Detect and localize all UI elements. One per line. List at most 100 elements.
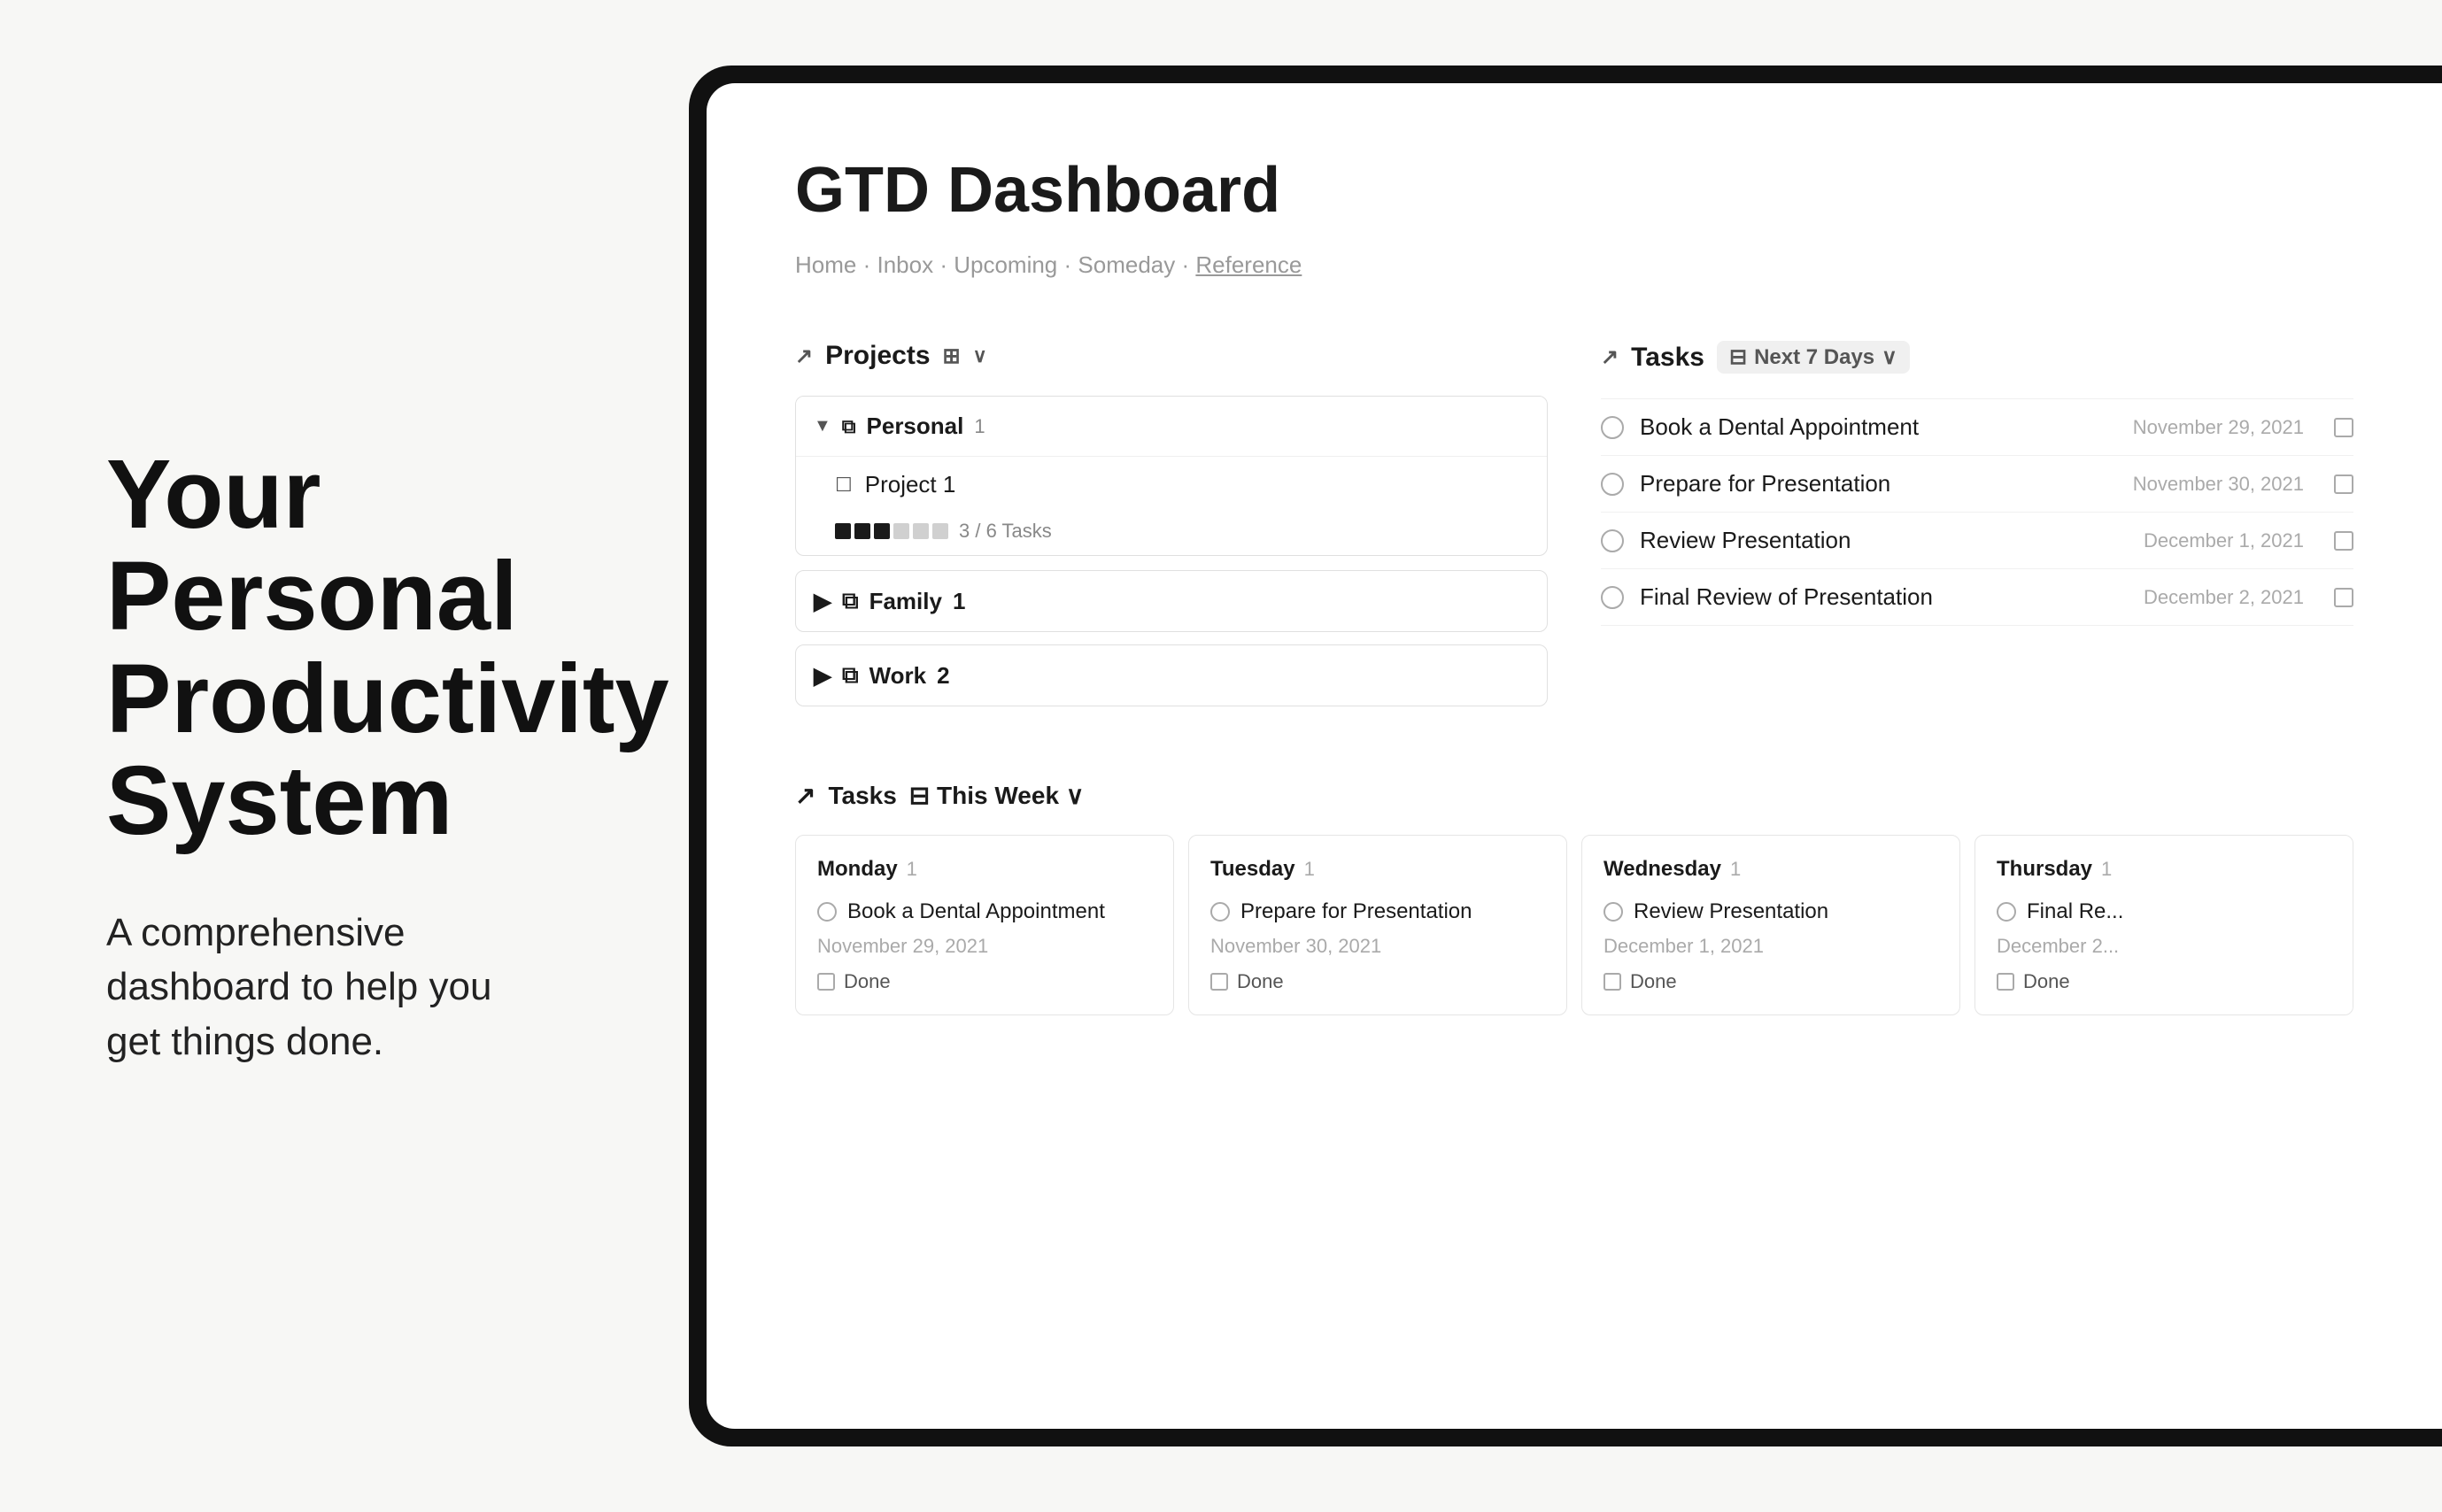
- page-title: GTD Dashboard: [795, 154, 2353, 227]
- work-stack-icon: ⧉: [842, 661, 859, 690]
- project-group-personal: ▼ ⧉ Personal 1 ☐ Project 1: [795, 396, 1548, 556]
- tuesday-done-label: Done: [1237, 970, 1284, 993]
- wednesday-task-name[interactable]: Review Presentation: [1604, 899, 1938, 924]
- project-group-family[interactable]: ▶ ⧉ Family 1: [795, 570, 1548, 632]
- thursday-done-checkbox[interactable]: [1997, 973, 2014, 991]
- breadcrumb-someday[interactable]: Someday: [1078, 251, 1175, 278]
- sq-2: [854, 523, 870, 539]
- project-group-personal-header[interactable]: ▼ ⧉ Personal 1: [796, 397, 1547, 456]
- sq-3: [874, 523, 890, 539]
- task-checkbox-2[interactable]: [2334, 474, 2353, 494]
- projects-section-header: ↗ Projects ⊞ ∨: [795, 341, 1548, 371]
- this-week-filter-label: This Week: [937, 782, 1059, 809]
- tuesday-col: Tuesday 1 Prepare for Presentation Novem…: [1188, 835, 1567, 1015]
- task-row-final[interactable]: Final Review of Presentation December 2,…: [1601, 569, 2353, 626]
- sq-5: [913, 523, 929, 539]
- task-date-4: December 2, 2021: [2144, 586, 2304, 609]
- task-name-3: Review Presentation: [1640, 527, 2128, 554]
- personal-count: 1: [974, 415, 985, 438]
- wednesday-col: Wednesday 1 Review Presentation December…: [1581, 835, 1960, 1015]
- project-1-name: Project 1: [865, 471, 956, 498]
- wednesday-done-label: Done: [1630, 970, 1677, 993]
- task-date-3: December 1, 2021: [2144, 529, 2304, 552]
- project-group-work[interactable]: ▶ ⧉ Work 2: [795, 644, 1548, 706]
- monday-task-name[interactable]: Book a Dental Appointment: [817, 899, 1152, 924]
- this-week-filter-badge[interactable]: ⊟ This Week ∨: [909, 781, 1085, 810]
- task-circle-3: [1601, 529, 1624, 552]
- tasks-title: Tasks: [1631, 343, 1704, 373]
- thursday-task-text: Final Re...: [2027, 899, 2123, 924]
- right-panel: GTD Dashboard Home · Inbox · Upcoming · …: [567, 66, 2442, 1446]
- task-row-dental[interactable]: Book a Dental Appointment November 29, 2…: [1601, 398, 2353, 456]
- this-week-section: ↗ Tasks ⊟ This Week ∨ Monday: [795, 781, 2353, 1015]
- thursday-task-circle: [1997, 902, 2016, 922]
- wednesday-task-text: Review Presentation: [1634, 899, 1828, 924]
- wednesday-header: Wednesday 1: [1604, 857, 1938, 882]
- wednesday-done-checkbox[interactable]: [1604, 973, 1621, 991]
- thursday-done-row[interactable]: Done: [1997, 970, 2331, 993]
- work-toggle-icon: ▶: [814, 662, 831, 690]
- breadcrumb-reference[interactable]: Reference: [1195, 251, 1302, 278]
- tuesday-done-checkbox[interactable]: [1210, 973, 1228, 991]
- task-name-4: Final Review of Presentation: [1640, 583, 2128, 611]
- personal-toggle-icon: ▼: [814, 416, 831, 436]
- thursday-label: Thursday: [1997, 857, 2092, 882]
- thursday-task-name[interactable]: Final Re...: [1997, 899, 2331, 924]
- projects-grid-icon: ⊞: [943, 343, 961, 369]
- project-1-item[interactable]: ☐ Project 1: [796, 456, 1547, 513]
- work-group-name: Work: [869, 662, 927, 690]
- family-count: 1: [953, 588, 965, 615]
- task-date-2: November 30, 2021: [2133, 473, 2304, 496]
- task-row-prepare[interactable]: Prepare for Presentation November 30, 20…: [1601, 456, 2353, 513]
- monday-col: Monday 1 Book a Dental Appointment Novem…: [795, 835, 1174, 1015]
- task-checkbox-1[interactable]: [2334, 418, 2353, 437]
- projects-list: ▼ ⧉ Personal 1 ☐ Project 1: [795, 396, 1548, 719]
- projects-arrow-icon: ↗: [795, 343, 813, 369]
- this-week-chevron: ∨: [1066, 782, 1085, 809]
- tuesday-done-row[interactable]: Done: [1210, 970, 1545, 993]
- task-row-review[interactable]: Review Presentation December 1, 2021: [1601, 513, 2353, 569]
- tasks-filter-badge[interactable]: ⊟ Next 7 Days ∨: [1717, 341, 1910, 374]
- wednesday-done-row[interactable]: Done: [1604, 970, 1938, 993]
- breadcrumb-inbox[interactable]: Inbox: [877, 251, 933, 278]
- wednesday-count: 1: [1730, 858, 1741, 881]
- task-checkbox-4[interactable]: [2334, 588, 2353, 607]
- thursday-count: 1: [2101, 858, 2112, 881]
- thursday-header: Thursday 1: [1997, 857, 2331, 882]
- task-name-1: Book a Dental Appointment: [1640, 413, 2117, 441]
- tasks-filter-chevron: ∨: [1882, 344, 1897, 370]
- tuesday-task-circle: [1210, 902, 1230, 922]
- personal-stack-icon: ⧉: [842, 415, 856, 438]
- tuesday-task-name[interactable]: Prepare for Presentation: [1210, 899, 1545, 924]
- monday-task-date: November 29, 2021: [817, 935, 1152, 958]
- screen: GTD Dashboard Home · Inbox · Upcoming · …: [707, 83, 2442, 1429]
- task-circle-1: [1601, 416, 1624, 439]
- projects-section: ↗ Projects ⊞ ∨ ▼ ⧉ Personal: [795, 341, 1548, 719]
- monday-done-checkbox[interactable]: [817, 973, 835, 991]
- folder-icon: ☐: [835, 474, 853, 497]
- sections-row: ↗ Projects ⊞ ∨ ▼ ⧉ Personal: [795, 341, 2353, 719]
- monday-task-circle: [817, 902, 837, 922]
- this-week-filter-icon: ⊟: [909, 782, 930, 809]
- this-week-arrow-icon: ↗: [795, 781, 815, 810]
- this-week-header: ↗ Tasks ⊟ This Week ∨: [795, 781, 2353, 810]
- notion-content: GTD Dashboard Home · Inbox · Upcoming · …: [707, 83, 2442, 1429]
- breadcrumb-upcoming[interactable]: Upcoming: [954, 251, 1057, 278]
- tuesday-task-text: Prepare for Presentation: [1240, 899, 1472, 924]
- wednesday-task-date: December 1, 2021: [1604, 935, 1938, 958]
- tasks-section-header: ↗ Tasks ⊟ Next 7 Days ∨: [1601, 341, 2353, 374]
- breadcrumb-home[interactable]: Home: [795, 251, 856, 278]
- tasks-arrow-icon: ↗: [1601, 344, 1619, 370]
- breadcrumb: Home · Inbox · Upcoming · Someday · Refe…: [795, 251, 2353, 279]
- tasks-list: Book a Dental Appointment November 29, 2…: [1601, 398, 2353, 626]
- sq-4: [893, 523, 909, 539]
- projects-chevron-icon[interactable]: ∨: [973, 344, 987, 367]
- sq-6: [932, 523, 948, 539]
- projects-title: Projects: [825, 341, 930, 371]
- monday-done-row[interactable]: Done: [817, 970, 1152, 993]
- progress-label: 3 / 6 Tasks: [959, 520, 1052, 543]
- progress-squares: [835, 523, 948, 539]
- family-group-name: Family: [869, 588, 942, 615]
- task-checkbox-3[interactable]: [2334, 531, 2353, 551]
- sq-1: [835, 523, 851, 539]
